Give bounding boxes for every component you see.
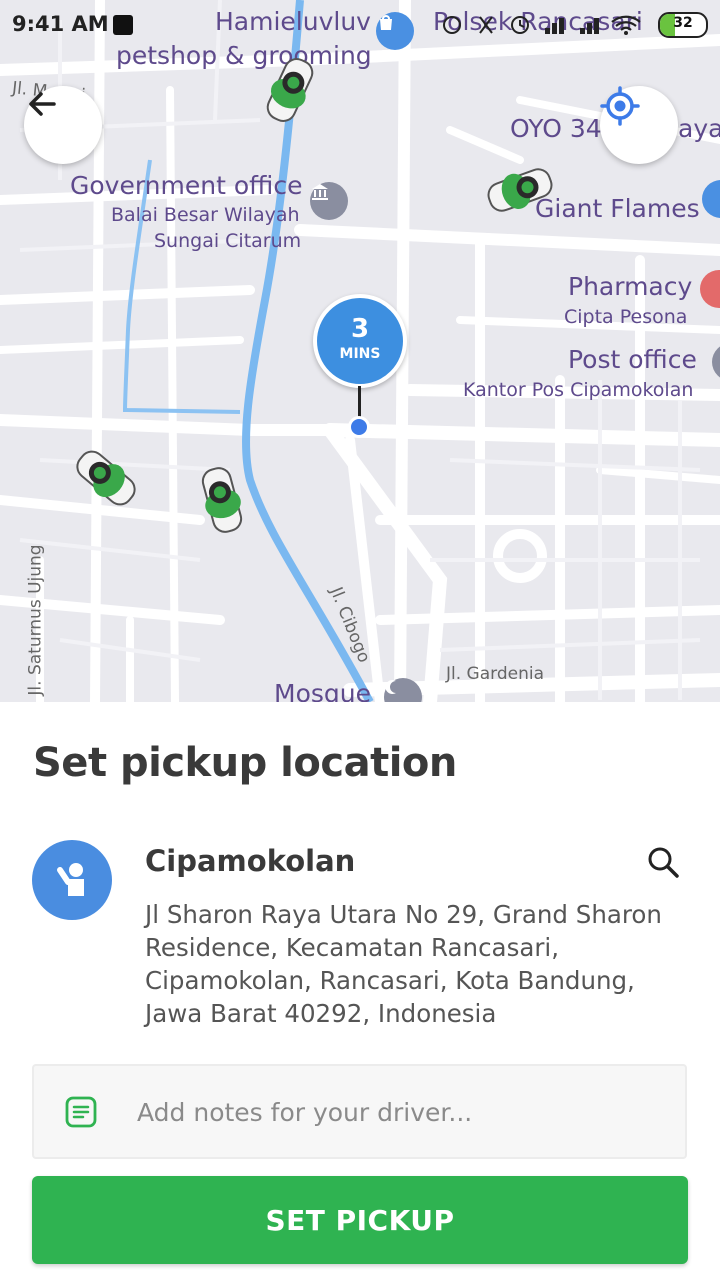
map-label-cipta: Cipta Pesona <box>564 306 688 328</box>
status-icons <box>443 15 641 35</box>
page-title: Set pickup location <box>33 740 457 786</box>
map-label-balai: Balai Besar Wilayah <box>111 204 300 226</box>
map-label-oyo-tail[interactable]: aya <box>678 115 720 143</box>
driver-notes-placeholder[interactable]: Add notes for your driver... <box>137 1098 472 1127</box>
set-pickup-button[interactable]: SET PICKUP <box>32 1176 688 1264</box>
map-label-sungai: Sungai Citarum <box>154 230 302 252</box>
back-button[interactable] <box>24 86 102 164</box>
pickup-sheet: Set pickup location Cipamokolan Jl Sharo… <box>0 702 720 1280</box>
street-label-saturnus: Jl. Saturnus Ujung <box>25 544 46 696</box>
person-waving-icon <box>32 840 112 920</box>
status-time: 9:41 AM <box>12 12 109 36</box>
map-label-oyo[interactable]: OYO 34 <box>510 115 602 143</box>
map-label-mosque[interactable]: Mosque <box>274 680 371 702</box>
location-address: Jl Sharon Raya Utara No 29, Grand Sharon… <box>145 900 662 1028</box>
note-icon <box>65 1096 97 1128</box>
battery-level: 32 <box>673 15 693 31</box>
eta-bubble: 3 MINS <box>313 294 407 388</box>
map-label-government-office[interactable]: Government office <box>70 172 302 200</box>
search-icon[interactable] <box>645 844 681 880</box>
status-bar: 9:41 AM 32 <box>0 0 720 50</box>
map-view[interactable]: Hamieluvluv petshop & grooming Polsek Ra… <box>0 0 720 702</box>
map-label-pharmacy[interactable]: Pharmacy <box>568 273 692 301</box>
app-notification-icon <box>113 15 133 35</box>
arrow-left-icon <box>29 92 56 116</box>
pickup-pin-dot[interactable] <box>348 416 370 438</box>
eta-unit: MINS <box>339 346 381 362</box>
government-building-icon[interactable] <box>310 182 348 220</box>
map-label-post-office[interactable]: Post office <box>568 346 697 374</box>
street-label-gardenia: Jl. Gardenia <box>446 664 544 684</box>
location-name: Cipamokolan <box>145 844 356 878</box>
pickup-pin-stick <box>358 386 361 418</box>
crosshair-icon <box>600 86 640 126</box>
driver-notes-field[interactable]: Add notes for your driver... <box>32 1064 687 1159</box>
my-location-button[interactable] <box>600 86 678 164</box>
map-label-kantor-pos: Kantor Pos Cipamokolan <box>463 379 694 401</box>
eta-value: 3 <box>350 314 370 344</box>
battery-indicator: 32 <box>658 12 708 38</box>
